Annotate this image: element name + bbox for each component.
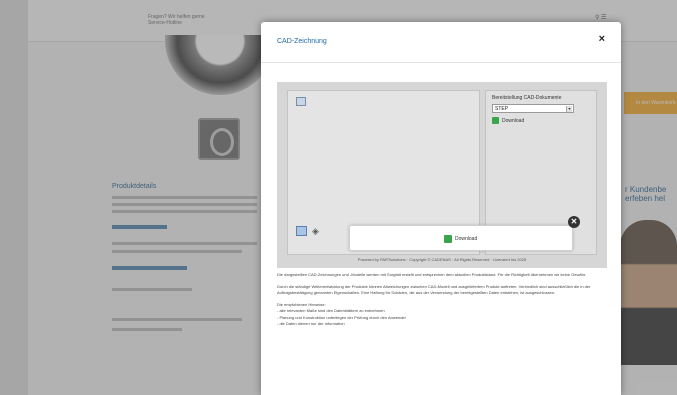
cad-drawing-modal: CAD-Zeichnung × ◈ Bereitstellung CAD-Dok… (261, 22, 621, 395)
view-3d-icon[interactable] (296, 226, 307, 236)
download-icon (444, 235, 452, 243)
format-select[interactable]: STEP ▾ (492, 104, 574, 113)
disclaimer-text: Die dargestellten CAD-Zeichnungen und -M… (277, 272, 607, 328)
panel-download-button[interactable]: Download (492, 117, 524, 124)
modal-title: CAD-Zeichnung (277, 38, 327, 45)
viewer-footer: Powered by PARTsolutions · Copyright © C… (357, 257, 527, 262)
rotate-icon[interactable]: ◈ (312, 227, 319, 236)
panel-download-label: Download (502, 117, 525, 124)
close-icon[interactable]: × (599, 33, 605, 45)
panel-title: Bereitstellung CAD-Dokumente (492, 95, 562, 101)
download-popup: Download (349, 225, 573, 251)
cad-viewer: ◈ Bereitstellung CAD-Dokumente STEP ▾ Do… (277, 82, 607, 268)
chevron-down-icon: ▾ (566, 106, 572, 112)
hint-item: - die Daten dienen nur der Information (277, 321, 345, 326)
popup-close-icon[interactable]: ✕ (568, 216, 580, 228)
download-icon (492, 117, 499, 124)
modal-divider (261, 62, 621, 63)
view-toolbar-icon[interactable] (296, 97, 306, 106)
popup-download-button[interactable]: Download (444, 235, 477, 243)
format-select-value: STEP (495, 106, 509, 112)
popup-download-label: Download (455, 236, 478, 242)
disclaimer-paragraph: Die dargestellten CAD-Zeichnungen und -M… (277, 272, 587, 277)
disclaimer-paragraph: Durch die ständige Weiterentwicklung der… (277, 283, 591, 296)
